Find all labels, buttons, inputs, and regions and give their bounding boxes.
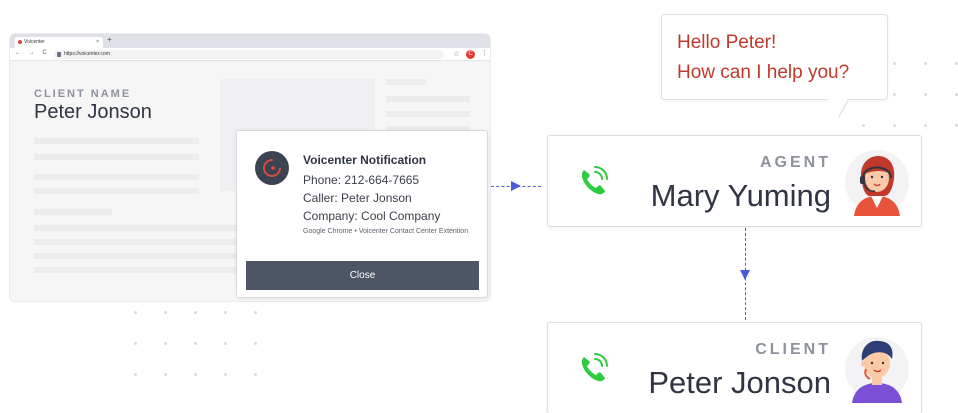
placeholder-line bbox=[34, 239, 249, 245]
browser-tab-bar: Voicenter × + bbox=[10, 34, 490, 48]
help-line: How can I help you? bbox=[677, 62, 850, 83]
notification-title: Voicenter Notification bbox=[303, 153, 427, 167]
bookmark-star-icon[interactable]: ☆ bbox=[453, 50, 459, 58]
voicenter-notification: Voicenter Notification Phone: 212-664-76… bbox=[236, 130, 488, 298]
navigation-icons[interactable]: ← → C bbox=[15, 50, 50, 56]
client-avatar bbox=[845, 337, 909, 403]
placeholder-line bbox=[34, 174, 199, 180]
new-tab-icon[interactable]: + bbox=[107, 35, 112, 44]
browser-toolbar: ← → C https://voicenter.com ☆ C ⋮ bbox=[10, 48, 490, 61]
agent-card: AGENT Mary Yuming bbox=[547, 135, 922, 227]
browser-menu-icon[interactable]: ⋮ bbox=[481, 49, 488, 57]
address-bar[interactable]: https://voicenter.com bbox=[54, 50, 444, 59]
speech-bubble-tail bbox=[828, 99, 848, 117]
voicenter-extension-icon[interactable]: C bbox=[466, 50, 475, 59]
client-name-label: CLIENT NAME bbox=[34, 88, 132, 100]
notification-source: Google Chrome • Voicenter Contact Center… bbox=[303, 228, 469, 235]
phone-ringing-icon bbox=[581, 353, 608, 382]
phone-ringing-icon bbox=[581, 166, 608, 195]
dot-pattern-left bbox=[134, 311, 257, 376]
placeholder-line bbox=[34, 225, 249, 231]
notification-caller: Caller: Peter Jonson bbox=[303, 191, 412, 205]
address-url: https://voicenter.com bbox=[64, 51, 110, 57]
arrow-right-icon bbox=[511, 181, 521, 191]
placeholder-line bbox=[34, 209, 112, 215]
placeholder-line bbox=[34, 267, 249, 273]
client-card: CLIENT Peter Jonson bbox=[547, 322, 922, 413]
client-role-label: CLIENT bbox=[755, 341, 831, 358]
placeholder-line bbox=[34, 253, 249, 259]
lock-icon bbox=[57, 52, 61, 57]
placeholder-line bbox=[386, 79, 426, 85]
placeholder-line bbox=[34, 154, 199, 160]
notification-phone: Phone: 212-664-7665 bbox=[303, 173, 420, 187]
tab-close-icon[interactable]: × bbox=[96, 37, 99, 48]
favicon-icon bbox=[18, 40, 22, 44]
speech-bubble: Hello Peter! How can I help you? bbox=[661, 14, 888, 100]
placeholder-line bbox=[34, 138, 199, 144]
voicenter-logo-icon bbox=[255, 151, 289, 185]
tab-title: Voicenter bbox=[24, 39, 45, 45]
agent-avatar bbox=[845, 150, 909, 216]
arrow-down-icon bbox=[740, 270, 750, 280]
placeholder-line bbox=[386, 111, 470, 117]
placeholder-line bbox=[386, 96, 470, 102]
greeting-line: Hello Peter! bbox=[677, 32, 777, 53]
close-button[interactable]: Close bbox=[246, 261, 479, 290]
notification-company: Company: Cool Company bbox=[303, 209, 441, 223]
placeholder-line bbox=[34, 188, 199, 194]
client-name-value: Peter Jonson bbox=[34, 101, 152, 123]
agent-role-label: AGENT bbox=[760, 154, 831, 171]
browser-tab[interactable]: Voicenter × bbox=[15, 37, 103, 48]
client-card-name: Peter Jonson bbox=[648, 365, 831, 400]
agent-name: Mary Yuming bbox=[650, 178, 831, 213]
